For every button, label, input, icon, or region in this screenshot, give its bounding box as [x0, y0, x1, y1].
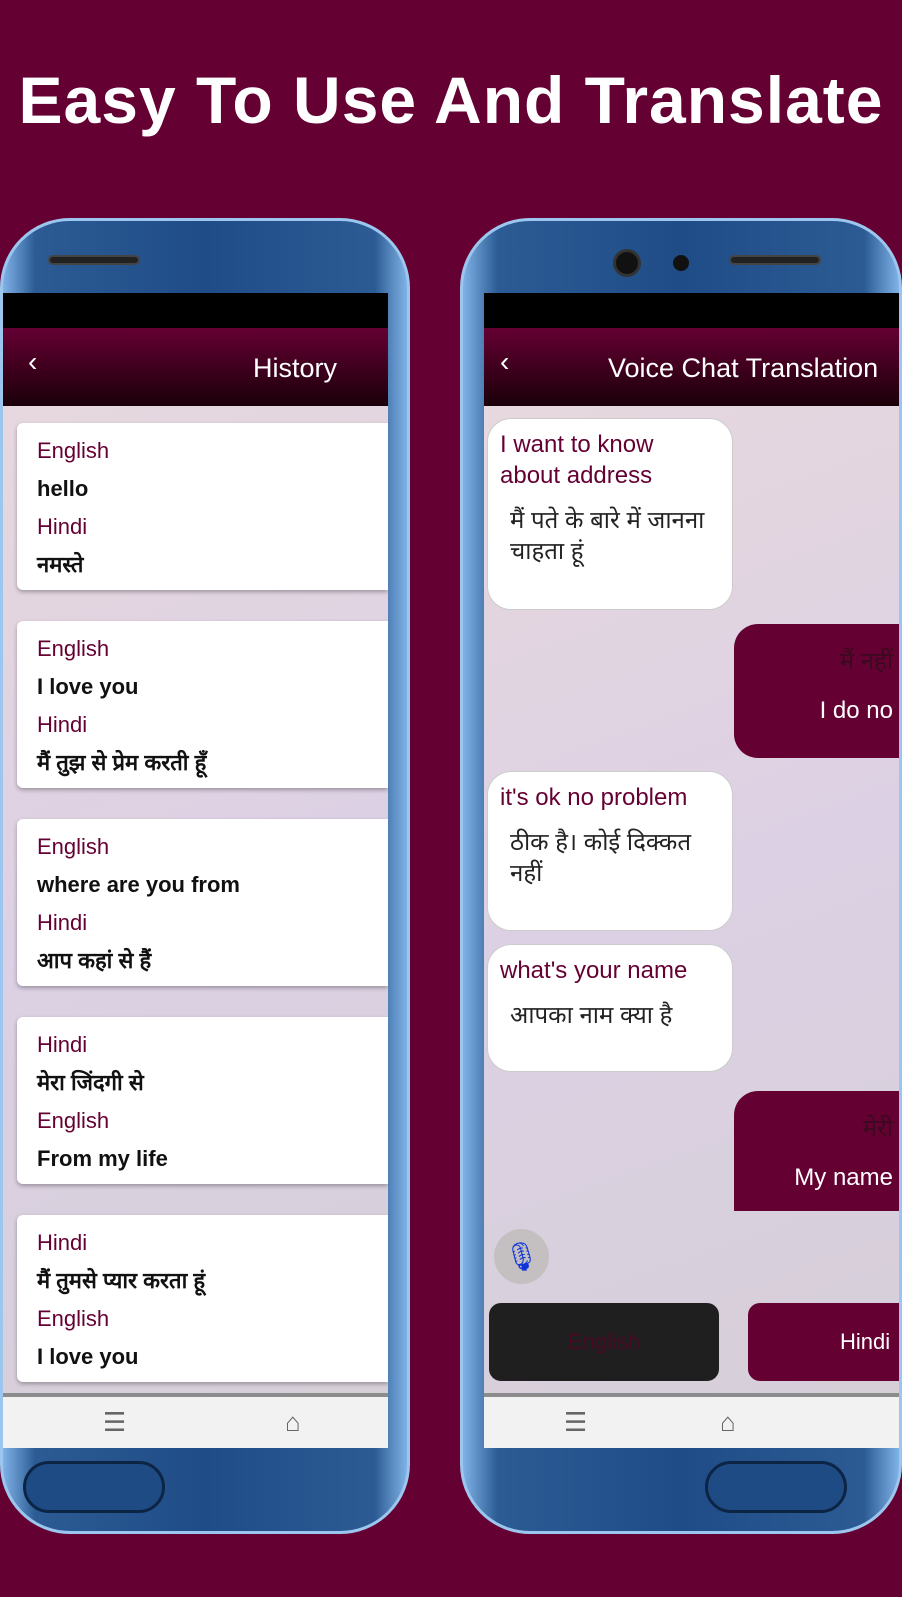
text: hello [37, 476, 89, 501]
chat-screen: ‹ Voice Chat Translation I want to know … [484, 293, 899, 1448]
phone-chat: ‹ Voice Chat Translation I want to know … [460, 218, 902, 1534]
home-button[interactable] [23, 1461, 165, 1513]
lang-label: Hindi [37, 712, 88, 737]
chat-bubble-right: मेरी My name [734, 1091, 899, 1211]
text: मैं तुमसे प्यार करता हूं [37, 1268, 206, 1293]
lang-label: English [37, 636, 110, 661]
history-list: English hello Hindi नमस्ते English I love yo… [3, 406, 388, 1393]
nav-bar: ☰ ⌂ [3, 1393, 388, 1448]
phone-history: ‹ History English hello Hindi नमस्ते Englis… [0, 218, 410, 1534]
lang-label: English [37, 1108, 110, 1133]
chat-area: I want to know about address मैं पते के ब… [484, 406, 899, 1393]
camera [613, 249, 641, 277]
history-screen: ‹ History English hello Hindi नमस्ते Englis… [3, 293, 388, 1448]
text: नमस्ते [37, 552, 84, 577]
history-card[interactable]: English I love you Hindi मैं तुझ से प्रेम क… [17, 621, 388, 788]
menu-icon[interactable]: ☰ [103, 1407, 126, 1438]
back-button[interactable]: ‹ [28, 346, 37, 378]
chat-bubble-right: मैं नहीं I do no [734, 624, 899, 758]
lang-label: English [37, 438, 110, 463]
text: where are you from [37, 872, 240, 897]
nav-bar: ☰ ⌂ [484, 1393, 899, 1448]
history-card[interactable]: English hello Hindi नमस्ते [17, 423, 388, 590]
home-icon[interactable]: ⌂ [285, 1407, 301, 1438]
text: मेरा जिंदगी से [37, 1070, 144, 1095]
back-button[interactable]: ‹ [500, 346, 509, 378]
lang-label: Hindi [37, 1032, 88, 1057]
headline: Easy To Use And Translate [18, 63, 884, 137]
chat-bubble-left: I want to know about address मैं पते के ब… [487, 418, 733, 610]
text: From my life [37, 1146, 168, 1171]
page-title: Voice Chat Translation [608, 353, 879, 383]
speaker [48, 255, 140, 265]
mic-button[interactable]: 🎙 [494, 1229, 549, 1284]
menu-icon[interactable]: ☰ [564, 1407, 587, 1438]
history-card[interactable]: Hindi मैं तुमसे प्यार करता हूं English I lo… [17, 1215, 388, 1382]
text: I love you [37, 1344, 139, 1369]
lang-label: Hindi [37, 910, 88, 935]
lang-label: English [37, 834, 110, 859]
text: आप कहां से हैं [37, 948, 152, 973]
app-bar: ‹ Voice Chat Translation [484, 328, 899, 406]
history-card[interactable]: Hindi मेरा जिंदगी से English From my life [17, 1017, 388, 1184]
app-bar: ‹ History [3, 328, 388, 406]
text: मैं तुझ से प्रेम करती हूँ [37, 750, 207, 775]
english-button[interactable]: English [489, 1303, 719, 1381]
home-icon[interactable]: ⌂ [720, 1407, 736, 1438]
microphone-icon: 🎙 [503, 1241, 540, 1272]
lang-label: Hindi [37, 1230, 88, 1255]
home-button[interactable] [705, 1461, 847, 1513]
text: I love you [37, 674, 139, 699]
page-title: History [253, 353, 338, 383]
chat-bubble-left: what's your name आपका नाम क्या है [487, 944, 733, 1072]
sensor [673, 255, 689, 271]
chat-bubble-left: it's ok no problem ठीक है। कोई दिक्कत नही… [487, 771, 733, 931]
lang-label: Hindi [37, 514, 88, 539]
history-card[interactable]: English where are you from Hindi आप कहां से… [17, 819, 388, 986]
hindi-button[interactable]: Hindi [748, 1303, 899, 1381]
lang-label: English [37, 1306, 110, 1331]
speaker [729, 255, 821, 265]
